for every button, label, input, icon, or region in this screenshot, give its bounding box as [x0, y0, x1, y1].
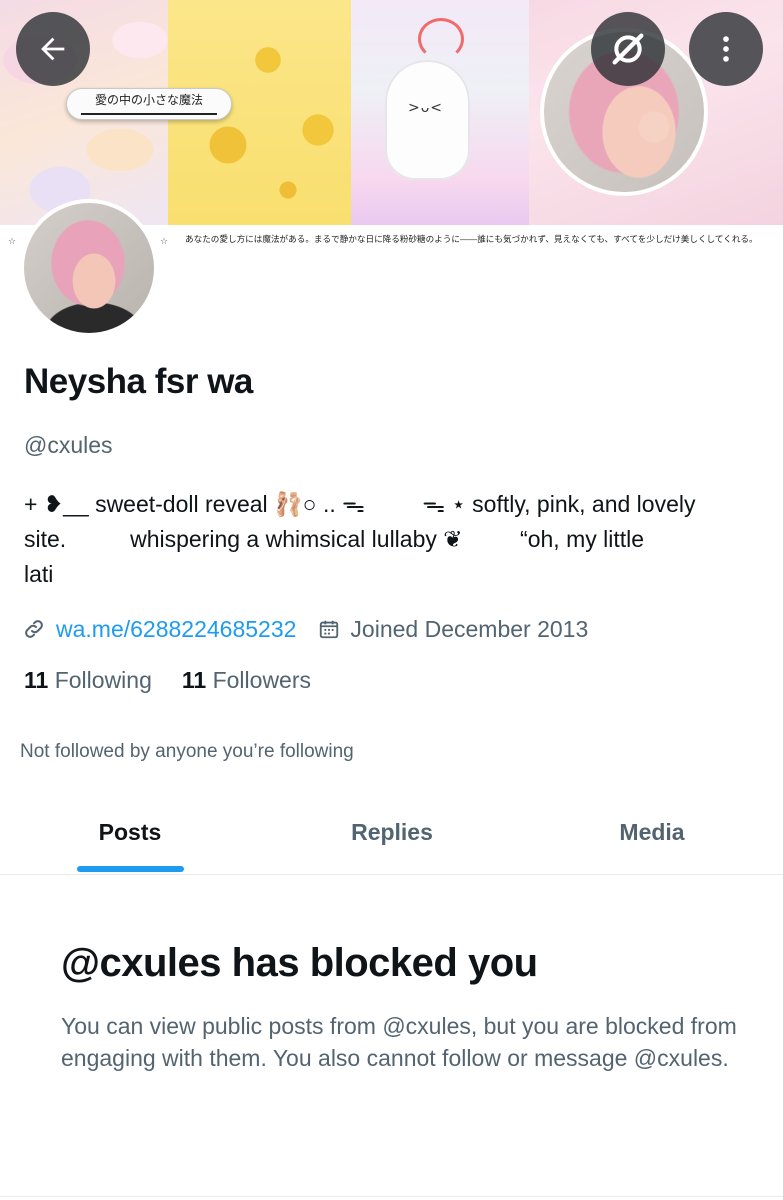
- blocked-title: @cxules has blocked you: [61, 941, 538, 985]
- star-right: ☆: [160, 236, 169, 246]
- username-handle: @cxules: [24, 432, 113, 458]
- ghost-face: >ᴗ<: [408, 100, 444, 116]
- star-left: ☆: [8, 236, 17, 246]
- profile-banner[interactable]: >ᴗ< 愛の中の小さな魔法: [0, 0, 783, 225]
- following-count: 11: [24, 667, 49, 693]
- display-name: Neysha fsr wa: [24, 362, 253, 401]
- following-label: Following: [54, 667, 152, 693]
- banner-tag-text: 愛の中の小さな魔法: [94, 93, 203, 107]
- followers-count: 11: [181, 667, 207, 693]
- tab-posts[interactable]: Posts: [40, 790, 220, 874]
- profile-meta: wa.me/6288224685232 Joined December 2013: [22, 613, 588, 645]
- grok-button[interactable]: [591, 12, 665, 86]
- followers-link[interactable]: 11 Followers: [182, 667, 311, 694]
- active-tab-indicator: [77, 866, 184, 872]
- follow-stats: 11 Following 11 Followers: [24, 667, 311, 694]
- mutual-followers-note: Not followed by anyone you’re following: [20, 741, 354, 762]
- ghost-illustration: [385, 60, 470, 180]
- followers-label: Followers: [212, 667, 312, 693]
- blocked-description: You can view public posts from @cxules, …: [61, 1013, 737, 1071]
- banner-quote: あなたの愛し方には魔法がある。まるで静かな日に降る粉砂糖のように——誰にも気づか…: [185, 234, 758, 244]
- tab-replies[interactable]: Replies: [302, 790, 482, 874]
- more-options-button[interactable]: [689, 12, 763, 86]
- banner-tag-underline: [81, 113, 217, 115]
- bio-line-1: + ❥__ sweet-doll reveal 🩰○ .. ᯓ ᯓ ⋆ soft…: [24, 491, 696, 517]
- calendar-icon: [320, 620, 339, 639]
- grok-icon: [612, 33, 644, 65]
- bio: + ❥__ sweet-doll reveal 🩰○ .. ᯓ ᯓ ⋆ soft…: [24, 487, 769, 592]
- more-vertical-icon: [723, 36, 729, 62]
- bio-line-2: site. whispering a whimsical lullaby ❦ “…: [24, 526, 645, 552]
- tab-media[interactable]: Media: [562, 790, 742, 874]
- divider: [0, 1196, 783, 1197]
- joined-date: Joined December 2013: [350, 615, 589, 642]
- ghost-swirl: [418, 18, 464, 60]
- following-link[interactable]: 11 Following: [24, 667, 152, 694]
- bio-line-3: lati: [24, 561, 54, 587]
- profile-link[interactable]: wa.me/6288224685232: [56, 616, 296, 643]
- link-icon: [25, 620, 43, 638]
- arrow-left-icon: [41, 37, 65, 61]
- back-button[interactable]: [16, 12, 90, 86]
- profile-tabs: Posts Replies Media: [0, 790, 783, 875]
- banner-tag: 愛の中の小さな魔法: [66, 88, 232, 120]
- avatar[interactable]: [20, 199, 158, 337]
